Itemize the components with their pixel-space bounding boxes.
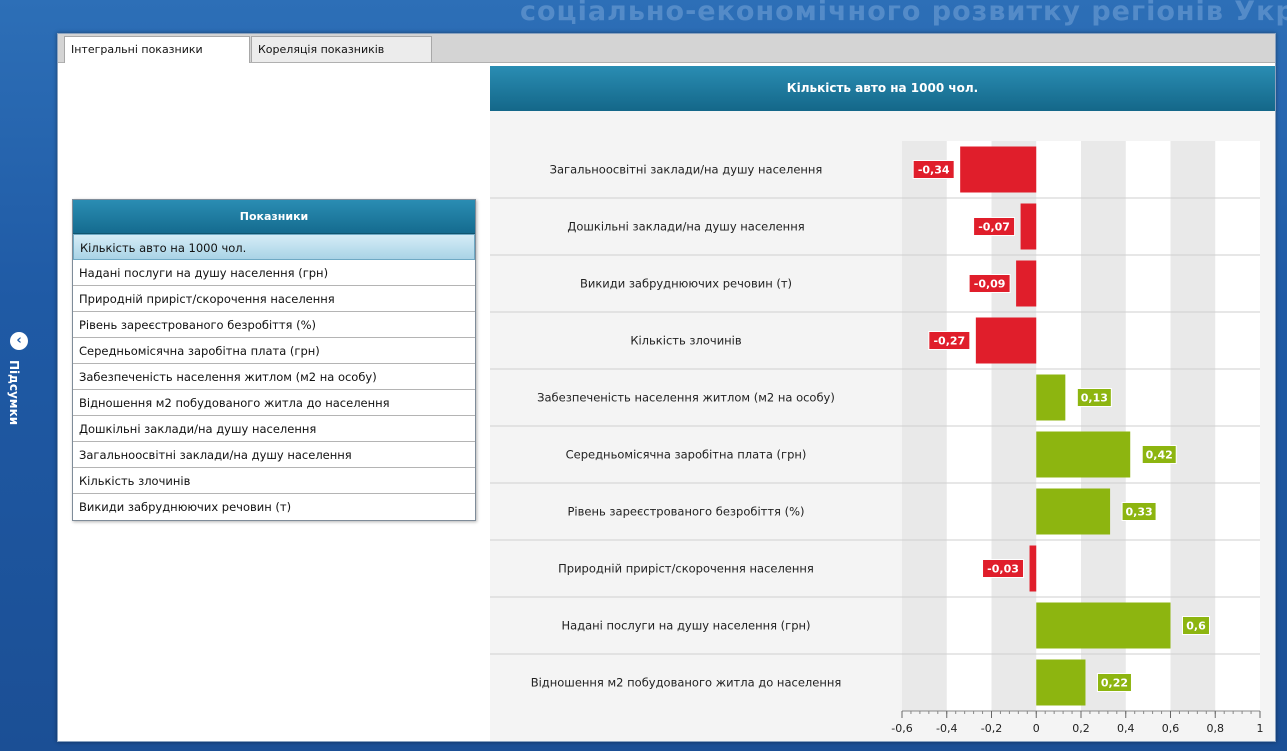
indicator-list-item[interactable]: Забезпеченість населення житлом (м2 на о… — [73, 364, 475, 390]
bar — [960, 146, 1037, 193]
x-tick-label: 1 — [1257, 722, 1264, 735]
indicator-list: Показники Кількість авто на 1000 чол. Над… — [72, 199, 476, 521]
indicator-list-item[interactable]: Викиди забруднюючих речовин (т) — [73, 494, 475, 520]
indicator-list-item[interactable]: Кількість авто на 1000 чол. — [73, 234, 475, 260]
correlation-chart: Кількість авто на 1000 чол. Загальноосві… — [490, 66, 1275, 741]
indicator-list-items: Кількість авто на 1000 чол. Надані послуг… — [73, 234, 475, 520]
main-window: Інтегральні показники Кореляція показник… — [57, 33, 1276, 742]
x-tick-label: 0,2 — [1072, 722, 1090, 735]
category-label: Дошкільні заклади/на душу населення — [567, 220, 804, 234]
x-tick-label: 0,6 — [1162, 722, 1180, 735]
category-label: Рівень зареєстрованого безробіття (%) — [567, 505, 804, 519]
value-label: 0,22 — [1101, 677, 1128, 690]
value-label: 0,13 — [1081, 392, 1108, 405]
bar — [1036, 659, 1086, 706]
chart-title: Кількість авто на 1000 чол. — [490, 66, 1275, 111]
category-label: Середньомісячна заробітна плата (грн) — [566, 448, 807, 462]
bar — [1036, 602, 1171, 649]
back-arrow-icon[interactable]: ‹ — [10, 332, 28, 350]
x-tick-label: -0,6 — [891, 722, 912, 735]
category-label: Кількість злочинів — [630, 334, 742, 348]
indicator-list-item[interactable]: Відношення м2 побудованого житла до насе… — [73, 390, 475, 416]
summary-side-panel[interactable]: ‹ Підсумки — [0, 330, 46, 450]
bar — [1029, 545, 1037, 592]
indicator-list-item[interactable]: Кількість злочинів — [73, 468, 475, 494]
bar — [1036, 488, 1111, 535]
background-banner: соціально-економічного розвитку регіонів… — [520, 0, 1287, 26]
value-label: -0,34 — [918, 164, 950, 177]
bar — [1036, 374, 1066, 421]
x-tick-label: 0 — [1033, 722, 1040, 735]
indicator-list-item[interactable]: Середньомісячна заробітна плата (грн) — [73, 338, 475, 364]
indicator-list-item[interactable]: Загальноосвітні заклади/на душу населенн… — [73, 442, 475, 468]
value-label: -0,27 — [933, 335, 965, 348]
bar — [1036, 431, 1131, 478]
bar — [1020, 203, 1037, 250]
indicator-list-item[interactable]: Дошкільні заклади/на душу населення — [73, 416, 475, 442]
category-label: Надані послуги на душу населення (грн) — [561, 619, 810, 633]
x-tick-label: 0,4 — [1117, 722, 1135, 735]
category-label: Викиди забруднюючих речовин (т) — [580, 277, 792, 291]
indicator-list-item[interactable]: Рівень зареєстрованого безробіття (%) — [73, 312, 475, 338]
x-tick-label: -0,2 — [981, 722, 1002, 735]
tab-indicator-correlation[interactable]: Кореляція показників — [251, 36, 432, 62]
bar — [1016, 260, 1037, 307]
indicator-list-item[interactable]: Надані послуги на душу населення (грн) — [73, 260, 475, 286]
x-tick-label: -0,4 — [936, 722, 957, 735]
category-label: Загальноосвітні заклади/на душу населенн… — [550, 163, 823, 177]
bar — [975, 317, 1037, 364]
chart-svg: Загальноосвітні заклади/на душу населенн… — [490, 141, 1264, 735]
category-label: Відношення м2 побудованого житла до насе… — [531, 676, 842, 690]
category-label: Природній приріст/скорочення населення — [558, 562, 814, 576]
value-label: -0,09 — [974, 278, 1006, 291]
category-label: Забезпеченість населення житлом (м2 на о… — [537, 391, 835, 405]
value-label: 0,33 — [1126, 506, 1153, 519]
value-label: -0,07 — [978, 221, 1010, 234]
value-label: 0,6 — [1186, 620, 1206, 633]
x-tick-label: 0,8 — [1207, 722, 1225, 735]
summary-side-label[interactable]: Підсумки — [7, 360, 21, 425]
value-label: -0,03 — [987, 563, 1019, 576]
indicator-list-item[interactable]: Природній приріст/скорочення населення — [73, 286, 475, 312]
tab-bar: Інтегральні показники Кореляція показник… — [58, 34, 1275, 63]
value-label: 0,42 — [1146, 449, 1173, 462]
indicator-list-header: Показники — [73, 200, 475, 234]
tab-integral-indicators[interactable]: Інтегральні показники — [64, 36, 250, 63]
